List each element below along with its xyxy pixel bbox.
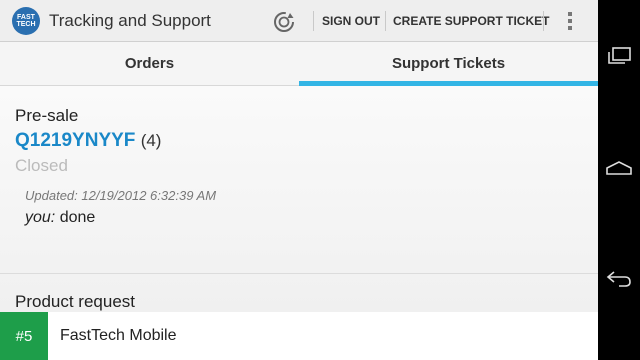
- ticket-item[interactable]: Pre-sale Q1219YNYYF (4) Closed Updated: …: [0, 106, 598, 227]
- recent-apps-button[interactable]: [604, 44, 634, 68]
- sign-out-button[interactable]: SIGN OUT: [322, 0, 380, 42]
- recent-apps-icon: [608, 47, 631, 64]
- ticket-id[interactable]: Q1219YNYYF: [15, 130, 135, 151]
- overflow-menu-button[interactable]: [560, 10, 580, 32]
- app-logo[interactable]: FAST TECH: [12, 6, 40, 35]
- home-icon: [606, 161, 632, 175]
- app-name-label: FastTech Mobile: [60, 327, 177, 344]
- app-rank-banner: #5 FastTech Mobile: [0, 312, 598, 360]
- refresh-icon: [274, 12, 294, 32]
- app-logo-text: FAST TECH: [16, 13, 36, 28]
- app-title: Tracking and Support: [49, 10, 211, 30]
- home-button[interactable]: [604, 156, 634, 180]
- message-author: you:: [25, 209, 56, 226]
- tab-bar: Orders Support Tickets: [0, 42, 598, 86]
- app-screen: FAST TECH Tracking and Support SIGN OUT …: [0, 0, 598, 360]
- overflow-menu-dot: [568, 26, 572, 30]
- ticket-status: Closed: [15, 156, 68, 175]
- system-nav-bar: [598, 0, 640, 360]
- create-support-ticket-button[interactable]: CREATE SUPPORT TICKET: [393, 0, 549, 42]
- ticket-last-message: you: done: [25, 209, 598, 227]
- back-icon: [606, 271, 631, 287]
- ticket-id-line: Q1219YNYYF (4): [15, 130, 598, 152]
- list-divider: [0, 273, 598, 274]
- toolbar-separator: [385, 11, 386, 31]
- message-text: done: [59, 209, 96, 226]
- tab-support-tickets[interactable]: Support Tickets: [299, 42, 598, 86]
- overflow-menu-dot: [568, 19, 572, 23]
- rank-badge: #5: [0, 312, 48, 360]
- back-button[interactable]: [604, 266, 634, 290]
- toolbar-separator: [313, 11, 314, 31]
- action-bar: FAST TECH Tracking and Support SIGN OUT …: [0, 0, 598, 42]
- ticket-item[interactable]: Product request: [0, 292, 598, 312]
- refresh-button[interactable]: [270, 8, 298, 36]
- ticket-category: Pre-sale: [15, 106, 79, 125]
- ticket-category: Product request: [15, 292, 136, 311]
- tab-orders[interactable]: Orders: [0, 42, 299, 85]
- ticket-updated: Updated: 12/19/2012 6:32:39 AM: [25, 188, 217, 203]
- toolbar-separator: [543, 11, 544, 31]
- ticket-message-count: (4): [140, 131, 162, 150]
- overflow-menu-icon: [568, 12, 572, 16]
